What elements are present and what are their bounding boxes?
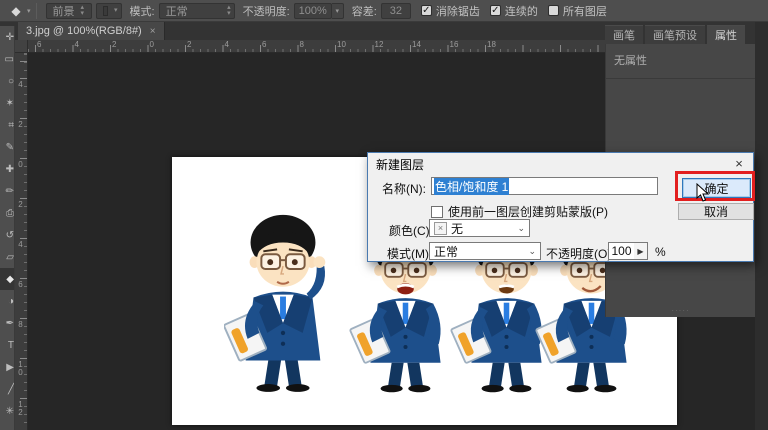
opacity-dropdown-icon[interactable]: ▾ <box>332 3 344 19</box>
annotation-highlight-box <box>675 171 755 201</box>
quick-select-tool-icon[interactable]: ✶ <box>0 92 15 114</box>
fill-source-select[interactable]: 前景▴▾ <box>46 3 92 19</box>
tolerance-label: 容差: <box>352 3 377 19</box>
crop-tool-icon[interactable]: ⌗ <box>0 114 15 136</box>
ruler-number: 4 <box>225 40 229 49</box>
paint-bucket-icon[interactable]: ◆ <box>6 3 26 19</box>
ruler-number: 0 <box>16 160 24 168</box>
ruler-vertical[interactable]: 4 2 0 2 4 6 8 10 12 <box>15 53 28 430</box>
ruler-number: 4 <box>16 240 24 248</box>
marquee-tool-icon[interactable]: ▭ <box>0 48 15 70</box>
tab-close-icon[interactable]: × <box>150 26 156 37</box>
opacity-spinner-icon[interactable]: ▶ <box>634 242 648 260</box>
cancel-button[interactable]: 取消 <box>678 203 754 220</box>
cartoon-businessman-1 <box>224 203 342 395</box>
dodge-tool-icon[interactable]: ◑ <box>0 290 15 312</box>
dialog-opacity-input[interactable]: 100 <box>608 242 635 260</box>
dialog-opacity-label: 不透明度(O): <box>546 245 615 262</box>
photoshop-window: ◆ ▾ 前景▴▾ ▾ 模式: 正常▴▾ 不透明度: 100% ▾ 容差: 32 … <box>0 0 768 430</box>
ruler-number: 18 <box>487 40 496 49</box>
tool-preset-caret-icon[interactable]: ▾ <box>27 7 31 15</box>
healing-brush-tool-icon[interactable]: ✚ <box>0 158 15 180</box>
all-layers-checkbox[interactable]: 所有图层 <box>548 3 607 19</box>
move-tool-icon[interactable]: ✛ <box>0 26 15 48</box>
percent-sign: % <box>655 245 666 259</box>
options-bar: ◆ ▾ 前景▴▾ ▾ 模式: 正常▴▾ 不透明度: 100% ▾ 容差: 32 … <box>0 0 768 22</box>
ruler-number: 14 <box>412 40 421 49</box>
ruler-number: 2 <box>112 40 116 49</box>
ruler-number: 4 <box>75 40 79 49</box>
layer-name-input[interactable]: 色相/饱和度 1 <box>431 177 658 195</box>
hand-tool-icon[interactable]: ✳ <box>0 400 15 422</box>
brush-tool-icon[interactable]: ✏ <box>0 180 15 202</box>
pattern-swatch <box>103 6 108 16</box>
pattern-swatch-select[interactable]: ▾ <box>96 3 122 19</box>
contiguous-checkbox[interactable]: ✓ 连续的 <box>490 3 538 19</box>
ruler-number: 2 <box>187 40 191 49</box>
antialias-checkbox[interactable]: ✓ 消除锯齿 <box>421 3 480 19</box>
eyedropper-tool-icon[interactable]: ✎ <box>0 136 15 158</box>
ruler-number: 8 <box>16 320 24 328</box>
color-select[interactable]: × 无 ⌄ <box>429 219 530 237</box>
ruler-number: 16 <box>450 40 459 49</box>
history-brush-tool-icon[interactable]: ↺ <box>0 224 15 246</box>
pen-tool-icon[interactable]: ✒ <box>0 312 15 334</box>
mouse-cursor <box>696 183 710 203</box>
tools-panel: ✛▭○✶⌗✎✚✏⎙↺▱◆◑✒T▶╱✳ <box>0 26 15 430</box>
opacity-value[interactable]: 100% <box>294 3 332 19</box>
ruler-horizontal[interactable]: 6 4 2 0 2 4 6 8 10 12 14 16 18 <box>28 40 605 53</box>
type-tool-icon[interactable]: T <box>0 334 15 356</box>
eraser-tool-icon[interactable]: ▱ <box>0 246 15 268</box>
ruler-number: 10 <box>337 40 346 49</box>
none-x-icon: × <box>434 222 447 235</box>
shape-tool-icon[interactable]: ╱ <box>0 378 15 400</box>
panel-tab-bar: 画笔 画笔预设 属性 <box>605 25 755 44</box>
name-label: 名称(N): <box>382 180 426 197</box>
ruler-number: 8 <box>300 40 304 49</box>
ruler-number: 10 <box>16 360 24 376</box>
panel-resize-grip[interactable]: ····· <box>671 306 689 315</box>
ruler-number: 2 <box>16 120 24 128</box>
opacity-label: 不透明度: <box>243 3 290 19</box>
no-properties-text: 无属性 <box>606 44 755 79</box>
ruler-number: 6 <box>37 40 41 49</box>
new-layer-dialog: 新建图层 × 名称(N): 色相/饱和度 1 确定 使用前一图层创建剪贴蒙版(P… <box>367 152 754 262</box>
tab-brush-presets[interactable]: 画笔预设 <box>645 25 705 44</box>
ruler-number: 0 <box>150 40 154 49</box>
paint-bucket-tool-icon[interactable]: ◆ <box>0 268 15 290</box>
ruler-origin-box[interactable] <box>15 40 28 53</box>
chevron-down-icon: ⌄ <box>528 246 536 257</box>
document-tab[interactable]: 3.jpg @ 100%(RGB/8#) × <box>18 22 165 40</box>
ruler-number: 12 <box>375 40 384 49</box>
clone-stamp-tool-icon[interactable]: ⎙ <box>0 202 15 224</box>
separator <box>36 3 37 19</box>
ruler-number: 6 <box>262 40 266 49</box>
selected-text: 色相/饱和度 1 <box>434 178 509 195</box>
tolerance-input[interactable]: 32 <box>381 3 411 19</box>
path-select-tool-icon[interactable]: ▶ <box>0 356 15 378</box>
color-label: 颜色(C): <box>389 222 433 239</box>
tab-properties[interactable]: 属性 <box>707 25 745 44</box>
mode-select[interactable]: 正常▴▾ <box>159 3 235 19</box>
dialog-close-icon[interactable]: × <box>731 155 747 171</box>
mode-label: 模式: <box>130 3 155 19</box>
blend-mode-label: 模式(M): <box>387 245 432 262</box>
ruler-number: 4 <box>16 80 24 88</box>
chevron-down-icon: ⌄ <box>517 223 525 234</box>
tab-brush[interactable]: 画笔 <box>605 25 643 44</box>
lasso-tool-icon[interactable]: ○ <box>0 70 15 92</box>
window-right-edge <box>755 22 768 430</box>
dialog-title: 新建图层 <box>376 156 424 173</box>
ruler-number: 6 <box>16 280 24 288</box>
ruler-number: 12 <box>16 400 24 416</box>
ruler-number: 2 <box>16 200 24 208</box>
clip-mask-checkbox[interactable]: 使用前一图层创建剪贴蒙版(P) <box>431 203 608 220</box>
blend-mode-select[interactable]: 正常 ⌄ <box>429 242 541 260</box>
